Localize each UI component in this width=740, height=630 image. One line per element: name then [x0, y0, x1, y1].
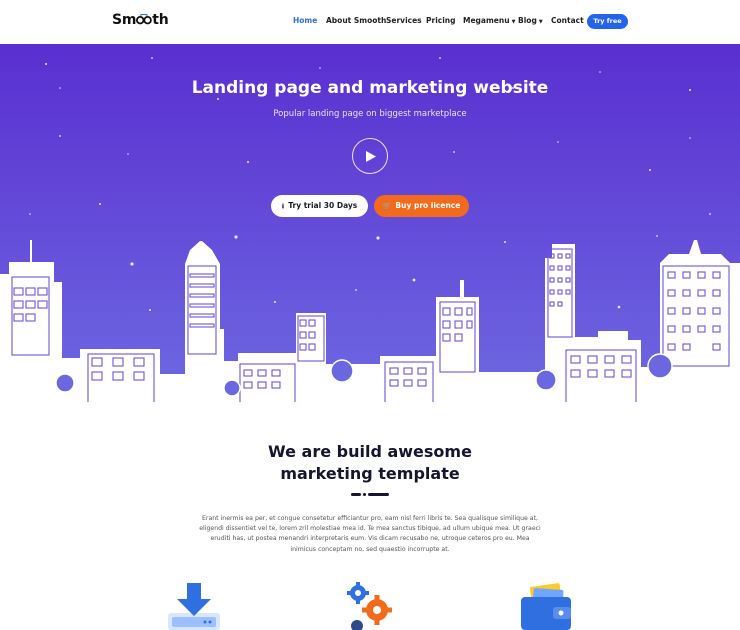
play-icon	[366, 151, 376, 162]
download-icon: ⭳	[281, 202, 285, 210]
play-video-button[interactable]	[352, 138, 388, 174]
skyline	[0, 240, 740, 406]
about-paragraph: Erant inermis ea per, et congue consetet…	[198, 514, 542, 555]
download-server-icon	[168, 583, 220, 630]
ground	[0, 402, 740, 406]
about-line: eruditi has, ut postea menandri interpre…	[210, 535, 530, 543]
nav-about[interactable]: About Smooth	[326, 16, 386, 25]
about-heading-line2: marketing template	[280, 464, 460, 483]
nav-blog-label: Blog	[518, 16, 537, 25]
about-line: inimicus conceptam no, sed quaestio inco…	[290, 545, 450, 553]
nav-megamenu[interactable]: Megamenu ▼	[463, 16, 515, 25]
nav-services[interactable]: Services	[386, 16, 422, 25]
hero-title: Landing page and marketing website	[191, 78, 549, 98]
chevron-down-icon: ▼	[538, 19, 543, 25]
nav-pricing[interactable]: Pricing	[426, 16, 456, 25]
buy-licence-button[interactable]: 🛒 Buy pro licence	[374, 195, 469, 217]
try-free-button[interactable]: Try free	[587, 14, 628, 29]
wallet-icon	[521, 583, 571, 630]
navbar: Sm th Home About Smooth Services Pricing …	[0, 0, 740, 44]
about-line: Erant inermis ea per, et congue consetet…	[202, 515, 538, 522]
nav-home[interactable]: Home	[293, 16, 317, 25]
nav-contact[interactable]: Contact	[551, 16, 584, 25]
nav-megamenu-label: Megamenu	[463, 16, 510, 25]
logo-oo-mark	[136, 13, 153, 25]
nav-blog[interactable]: Blog ▼	[518, 16, 543, 25]
hero-subtitle: Popular landing page on biggest marketpl…	[273, 109, 467, 119]
try-trial-button[interactable]: ⭳ Try trial 30 Days	[271, 195, 368, 217]
chevron-down-icon: ▼	[511, 19, 516, 25]
about-line: eligendi dissentiet vel te, lorem zril m…	[199, 525, 541, 533]
try-trial-label: Try trial 30 Days	[288, 201, 358, 210]
hero-section: Landing page and marketing website Popul…	[0, 44, 740, 406]
about-heading: We are build awesome marketing template	[0, 441, 740, 485]
section-divider	[351, 493, 389, 496]
cart-icon: 🛒	[382, 202, 392, 210]
brand-logo[interactable]: Sm th	[112, 12, 169, 28]
gears-icon	[347, 582, 392, 630]
buy-licence-label: Buy pro licence	[395, 201, 461, 210]
city-skyline-illustration	[0, 57, 740, 406]
about-heading-line1: We are build awesome	[268, 442, 472, 461]
